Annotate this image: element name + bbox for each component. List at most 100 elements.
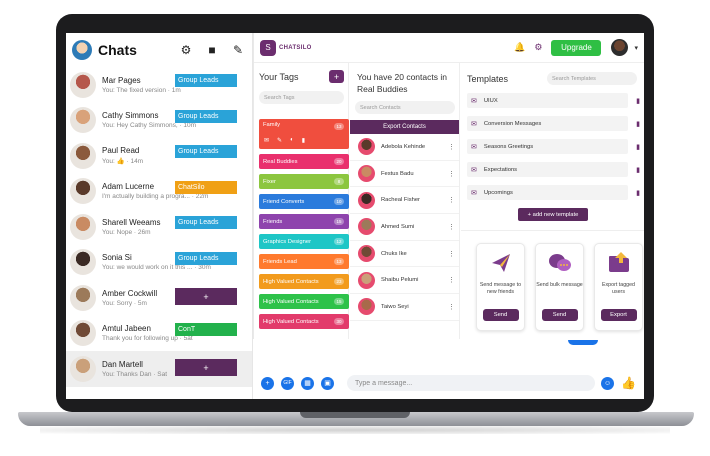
template-row[interactable]: ✉ Conversion Messages ▮ — [467, 116, 640, 131]
chat-item[interactable]: Sonia Si You: we would work on it this ..… — [66, 245, 252, 281]
send-button[interactable]: Send — [541, 309, 578, 321]
contact-row[interactable]: Festus Badu ⋮ — [350, 161, 459, 188]
message-input[interactable]: Type a message... — [347, 375, 596, 391]
avatar[interactable] — [70, 142, 96, 169]
image-icon[interactable]: ▣ — [321, 376, 334, 390]
more-options-icon[interactable]: ⋮ — [448, 143, 455, 151]
screen: Chats ⚙ ■ ✎ Mar Pages You: The fixed vers… — [66, 33, 644, 399]
trash-icon[interactable]: ▮ — [628, 120, 640, 128]
trash-icon[interactable]: ▮ — [628, 143, 640, 151]
more-options-icon[interactable]: ⋮ — [448, 276, 455, 284]
trash-icon[interactable]: ▮ — [302, 137, 305, 144]
settings-icon[interactable]: ⚙ — [534, 42, 542, 53]
chat-item[interactable]: Adam Lucerne I'm actually building a prog… — [66, 174, 252, 210]
template-item[interactable]: ✉ Upcomings — [467, 185, 628, 200]
contact-row[interactable]: Ahmed Sumi ⋮ — [350, 214, 459, 241]
chat-item[interactable]: Amber Cockwill You: Sorry · 5m + — [66, 280, 252, 316]
template-row[interactable]: ✉ UIUX ▮ — [467, 93, 640, 108]
tag-item[interactable]: High Valued Contacts 30 — [259, 314, 349, 329]
chat-item[interactable]: Sharell Weeams You: Nope · 26m Group Leads — [66, 209, 252, 245]
trash-icon[interactable]: ▮ — [628, 97, 640, 105]
chat-item[interactable]: Paul Read You: 👍 · 14m Group Leads — [66, 138, 252, 174]
bell-icon[interactable]: 🔔 — [514, 42, 525, 53]
gif-button[interactable]: GIF — [281, 376, 294, 390]
chat-tag-badge[interactable]: ChatSilo — [175, 180, 237, 194]
tag-item[interactable]: High Valued Contacts 23 — [259, 274, 349, 289]
template-name: Conversion Messages — [483, 120, 542, 127]
trash-icon[interactable]: ▮ — [628, 166, 640, 174]
more-options-icon[interactable]: ⋮ — [448, 196, 455, 204]
add-tag-button[interactable]: + — [175, 288, 237, 305]
upgrade-button[interactable]: Upgrade — [551, 39, 602, 56]
template-item[interactable]: ✉ UIUX — [467, 93, 628, 108]
templates-search-input[interactable]: Search Templates — [547, 72, 637, 85]
sticker-icon[interactable]: ▦ — [301, 376, 314, 390]
tag-label: Family — [263, 122, 281, 128]
chat-item[interactable]: Mar Pages You: The fixed version · 1m Grou… — [66, 67, 252, 103]
avatar[interactable] — [70, 107, 96, 134]
contact-row[interactable]: Taiwo Seyi ⋮ — [350, 294, 459, 321]
add-template-button[interactable]: + add new template — [518, 208, 588, 221]
export-button[interactable]: Export — [600, 309, 637, 321]
chat-tag-badge[interactable]: Group Leads — [175, 145, 237, 158]
tag-item[interactable]: Family 13 ✉ ✎ ◐ ▮ — [259, 119, 349, 149]
gear-icon[interactable]: ⚙ — [178, 42, 194, 58]
contacts-search-input[interactable]: Search Contacts — [355, 101, 455, 114]
chat-tag-badge[interactable]: Group Leads — [175, 251, 237, 265]
pencil-icon[interactable]: ✎ — [277, 137, 282, 144]
emoji-icon[interactable]: ☺ — [601, 376, 615, 390]
more-options-icon[interactable]: ⋮ — [448, 250, 455, 258]
more-options-icon[interactable]: ⋮ — [448, 223, 455, 231]
template-item[interactable]: ✉ Expectations — [467, 162, 628, 177]
add-tag-button[interactable]: + — [175, 359, 237, 376]
palette-icon[interactable]: ◐ — [290, 137, 294, 144]
chevron-down-icon[interactable]: ▾ — [634, 44, 638, 52]
tag-item[interactable]: Friends 15 — [259, 214, 349, 229]
template-item[interactable]: ✉ Seasons Greetings — [467, 139, 628, 154]
export-contacts-button[interactable]: Export Contacts — [350, 120, 459, 134]
tags-search-input[interactable]: Search Tags — [259, 91, 344, 104]
chat-item[interactable]: Dan Martell You: Thanks Dan · Sat + — [66, 351, 252, 387]
tag-item[interactable]: High Valued Contacts 15 — [259, 294, 349, 309]
video-icon[interactable]: ■ — [204, 42, 220, 58]
add-tag-button[interactable]: + — [329, 70, 344, 83]
template-row[interactable]: ✉ Upcomings ▮ — [467, 185, 640, 200]
avatar[interactable] — [70, 71, 96, 98]
template-row[interactable]: ✉ Seasons Greetings ▮ — [467, 139, 640, 154]
envelope-icon[interactable]: ✉ — [264, 137, 269, 144]
chat-tag-badge[interactable]: Group Leads — [175, 216, 237, 229]
avatar[interactable] — [70, 178, 96, 205]
chat-tag-badge[interactable]: Group Leads — [175, 109, 237, 123]
tag-item[interactable]: Friend Converts 10 — [259, 194, 349, 209]
chat-item[interactable]: Amtul Jabeen Thank you for following up ·… — [66, 316, 252, 352]
template-row[interactable]: ✉ Expectations ▮ — [467, 162, 640, 177]
tag-item[interactable]: Fixer 8 — [259, 174, 349, 189]
chat-tag-badge[interactable]: ConT — [175, 322, 237, 336]
avatar — [358, 138, 375, 156]
plus-icon[interactable]: + — [261, 376, 274, 390]
more-options-icon[interactable]: ⋮ — [448, 303, 455, 311]
avatar[interactable] — [70, 355, 96, 382]
send-button[interactable]: Send — [482, 309, 519, 321]
contact-row[interactable]: Shaibu Pelumi ⋮ — [350, 267, 459, 295]
trash-icon[interactable]: ▮ — [628, 189, 640, 197]
avatar[interactable] — [70, 249, 96, 276]
tag-item[interactable]: Real Buddies 20 — [259, 154, 349, 169]
contact-row[interactable]: Racheal Fisher ⋮ — [350, 187, 459, 215]
thumbs-up-icon[interactable]: 👍 — [621, 376, 636, 390]
my-avatar[interactable] — [72, 40, 92, 60]
chat-tag-badge[interactable]: Group Leads — [175, 74, 237, 87]
compose-icon[interactable]: ✎ — [230, 42, 246, 58]
avatar[interactable] — [70, 284, 96, 311]
chat-item[interactable]: Cathy Simmons You: Hey Cathy Simmons, · 1… — [66, 103, 252, 139]
avatar[interactable] — [70, 213, 96, 240]
contact-row[interactable]: Chuks Ike ⋮ — [350, 241, 459, 268]
user-avatar[interactable] — [611, 39, 629, 56]
template-item[interactable]: ✉ Conversion Messages — [467, 116, 628, 131]
tag-item[interactable]: Friends Lead 13 — [259, 254, 349, 269]
contact-row[interactable]: Adebola Kehinde ⋮ — [350, 134, 459, 161]
more-options-icon[interactable]: ⋮ — [448, 170, 455, 178]
avatar[interactable] — [70, 320, 96, 347]
tag-item[interactable]: Graphics Designer 12 — [259, 234, 349, 249]
chat-preview: Thank you for following up · 5at — [102, 335, 193, 343]
